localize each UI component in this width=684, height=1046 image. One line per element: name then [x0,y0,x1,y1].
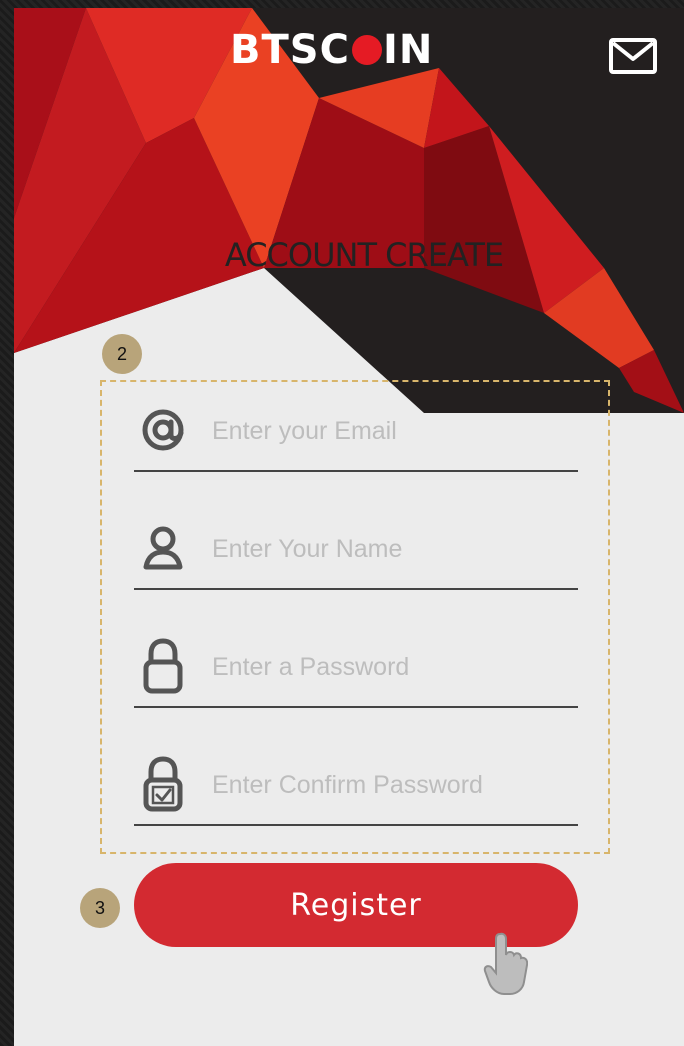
brand-prefix: BTSC [230,27,350,73]
user-icon [134,520,192,576]
brand-logo: BTSC IN [230,26,490,74]
password-field [134,632,578,708]
confirm-password-input[interactable] [210,760,566,810]
confirm-password-field [134,750,578,826]
lock-icon [134,638,192,694]
mail-icon [609,38,657,74]
brand-o-mark [351,35,382,65]
lock-check-icon [134,756,192,812]
password-input[interactable] [210,642,566,692]
mail-button[interactable] [606,36,660,76]
at-icon [134,402,192,458]
brand-suffix: IN [382,27,434,73]
email-input[interactable] [210,406,566,456]
phone-screen: BTSC IN ACCOUNT CREATE 2 Enter your Emai… [14,8,684,1046]
hand-pointer-icon [483,932,528,995]
register-callout-badge: 3 [80,888,120,928]
email-field [134,396,578,472]
page-frame: BTSC IN ACCOUNT CREATE 2 Enter your Emai… [0,0,684,1046]
name-field [134,514,578,590]
form-callout-badge: 2 [102,334,142,374]
name-input[interactable] [210,524,566,574]
page-title: ACCOUNT CREATE [224,236,504,274]
